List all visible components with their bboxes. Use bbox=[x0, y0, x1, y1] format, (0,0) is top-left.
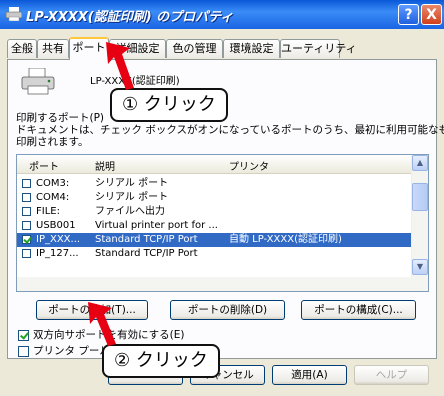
port-checkbox-checked[interactable] bbox=[22, 235, 31, 244]
configure-port-button[interactable]: ポートの構成(C)... bbox=[301, 300, 416, 320]
help-button[interactable]: ヘルプ bbox=[354, 365, 429, 385]
port-desc: シリアル ポート bbox=[95, 192, 169, 203]
tab-sharing[interactable]: 共有 bbox=[37, 39, 69, 58]
delete-port-button[interactable]: ポートの削除(D) bbox=[170, 300, 285, 320]
port-desc: Standard TCP/IP Port bbox=[95, 248, 198, 259]
close-title-button[interactable]: X bbox=[421, 4, 442, 25]
scroll-up-icon[interactable]: ▲ bbox=[412, 155, 428, 171]
port-checkbox[interactable] bbox=[22, 249, 31, 258]
port-checkbox[interactable] bbox=[22, 193, 31, 202]
tab-utility[interactable]: ユーティリティ bbox=[280, 39, 357, 58]
apply-button[interactable]: 適用(A) bbox=[272, 365, 347, 385]
port-row[interactable]: IP_127... Standard TCP/IP Port bbox=[17, 247, 414, 261]
port-list-vscrollbar[interactable]: ▲ ▼ bbox=[411, 155, 428, 291]
scroll-thumb[interactable] bbox=[412, 183, 428, 211]
port-name: FILE: bbox=[36, 206, 60, 217]
window-title: LP-XXXX(認証印刷) のプロパティ bbox=[26, 10, 234, 25]
callout-step2: ② クリック bbox=[102, 344, 220, 378]
tab-preferences[interactable]: 環境設定 bbox=[223, 39, 280, 58]
header-printer[interactable]: プリンタ bbox=[229, 158, 269, 173]
checkbox-box-checked[interactable] bbox=[18, 329, 29, 341]
port-row[interactable]: COM4: シリアル ポート bbox=[17, 191, 414, 205]
port-name: IP_XXX... bbox=[36, 234, 81, 245]
help-title-button[interactable]: ? bbox=[398, 4, 419, 25]
port-list-header: ポート 説明 プリンタ bbox=[17, 155, 414, 174]
properties-window: LP-XXXX(認証印刷) のプロパティ ? X 全般 共有 ポート 詳細設定 … bbox=[0, 0, 444, 396]
port-checkbox[interactable] bbox=[22, 221, 31, 230]
ports-help-text-2: 印刷されます。 bbox=[16, 136, 89, 148]
port-desc: Virtual printer port for ... bbox=[95, 220, 218, 231]
port-printer: 自動 LP-XXXX(認証印刷) bbox=[229, 234, 342, 245]
dialog-body: 全般 共有 ポート 詳細設定 色の管理 環境設定 ユーティリティ LP-XXXX… bbox=[0, 29, 444, 396]
checkbox-box[interactable] bbox=[18, 345, 29, 357]
printer-icon-large bbox=[21, 68, 55, 95]
port-name: COM3: bbox=[36, 178, 70, 189]
port-row[interactable]: COM3: シリアル ポート bbox=[17, 177, 414, 191]
tab-general[interactable]: 全般 bbox=[7, 39, 37, 58]
callout-step1: ① クリック bbox=[110, 88, 228, 122]
port-name: COM4: bbox=[36, 192, 70, 203]
arrow-icon-step2 bbox=[88, 302, 116, 346]
printer-icon bbox=[6, 7, 22, 21]
port-checkbox[interactable] bbox=[22, 179, 31, 188]
tab-color-management[interactable]: 色の管理 bbox=[166, 39, 223, 58]
title-bar: LP-XXXX(認証印刷) のプロパティ ? X bbox=[0, 0, 444, 29]
port-name: IP_127... bbox=[36, 248, 79, 259]
port-name: USB001 bbox=[36, 220, 76, 231]
header-port[interactable]: ポート bbox=[29, 158, 59, 173]
port-list[interactable]: ポート 説明 プリンタ COM3: シリアル ポート COM4: シリアル ポー… bbox=[16, 154, 429, 292]
header-description[interactable]: 説明 bbox=[95, 158, 115, 173]
arrow-icon-step1 bbox=[106, 42, 134, 90]
port-row-selected[interactable]: IP_XXX... Standard TCP/IP Port 自動 LP-XXX… bbox=[17, 233, 414, 247]
port-row[interactable]: USB001 Virtual printer port for ... bbox=[17, 219, 414, 233]
port-desc: Standard TCP/IP Port bbox=[95, 234, 198, 245]
port-desc: シリアル ポート bbox=[95, 178, 169, 189]
port-desc: ファイルへ出力 bbox=[95, 206, 165, 217]
scroll-down-icon[interactable]: ▼ bbox=[412, 259, 428, 275]
ports-help-text-1: ドキュメントは、チェック ボックスがオンになっているポートのうち、最初に利用可能… bbox=[16, 124, 444, 136]
port-list-hscrollbar[interactable] bbox=[17, 277, 414, 291]
port-checkbox[interactable] bbox=[22, 207, 31, 216]
port-row[interactable]: FILE: ファイルへ出力 bbox=[17, 205, 414, 219]
